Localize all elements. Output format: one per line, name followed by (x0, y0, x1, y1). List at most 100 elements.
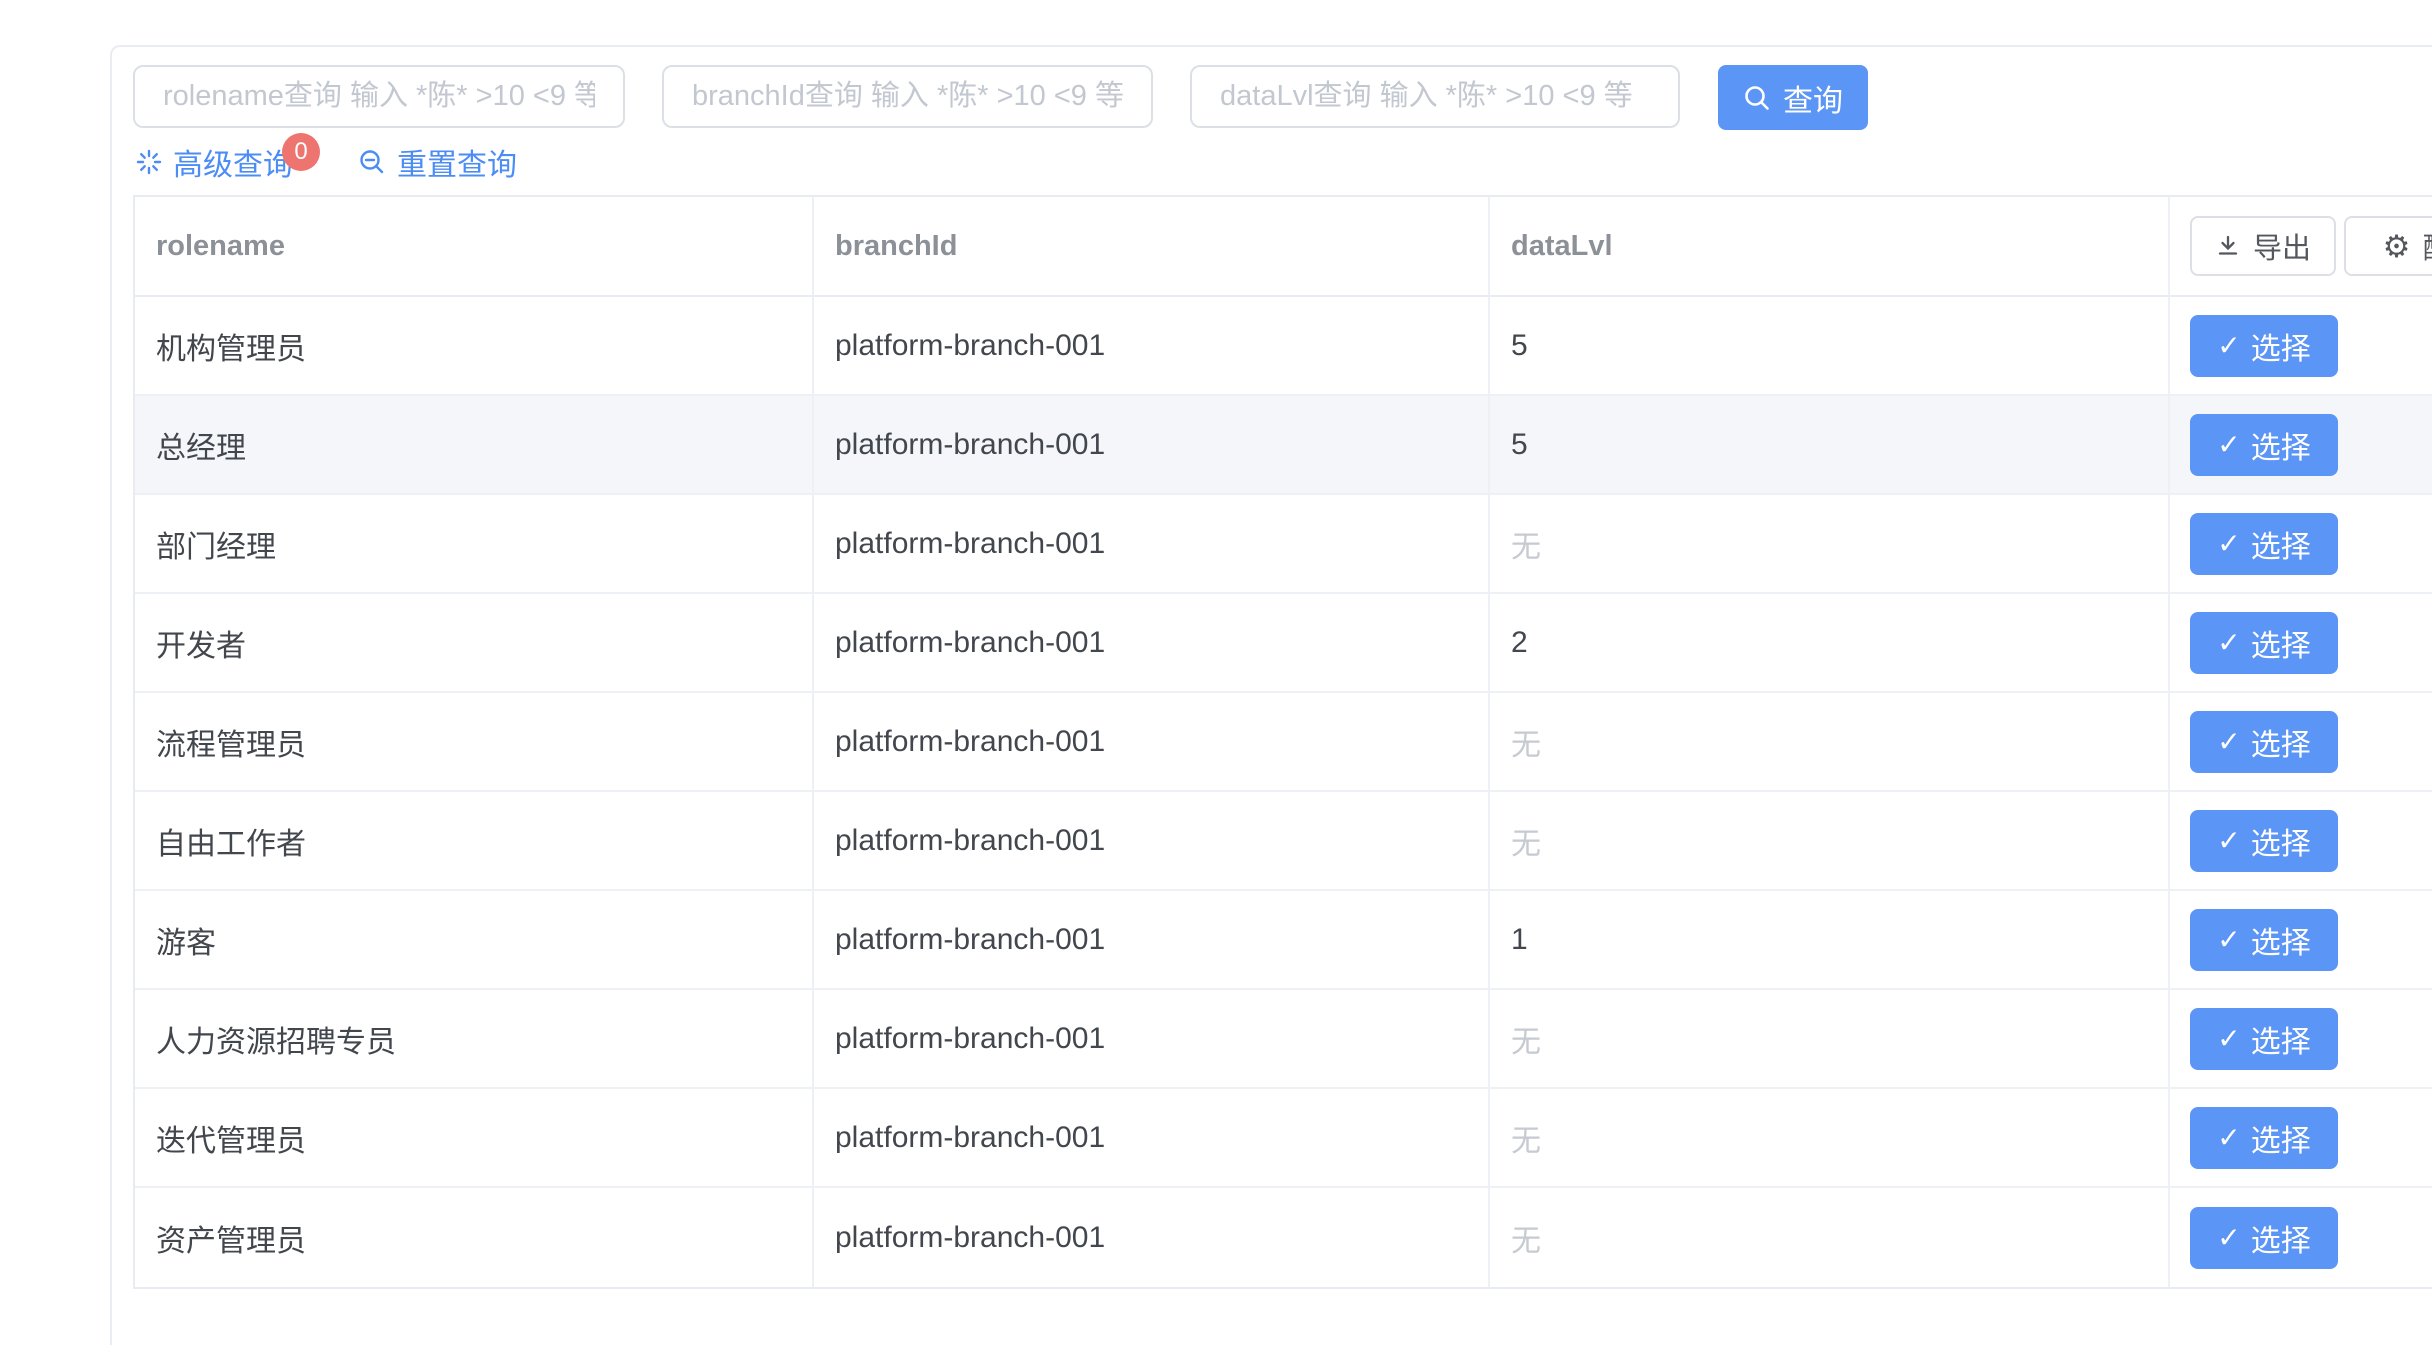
check-icon: ✓ (2217, 1124, 2240, 1152)
select-button-label: 选择 (2251, 423, 2311, 467)
select-button[interactable]: ✓ 选择 (2190, 612, 2338, 674)
check-icon: ✓ (2217, 431, 2240, 459)
select-button[interactable]: ✓ 选择 (2190, 315, 2338, 377)
cell-datalvl: 5 (1490, 396, 2170, 493)
check-icon: ✓ (2217, 728, 2240, 756)
cell-rolename: 资产管理员 (135, 1188, 814, 1287)
select-button[interactable]: ✓ 选择 (2190, 414, 2338, 476)
search-icon (1743, 84, 1771, 112)
config-button-label: 配置 (2422, 225, 2432, 267)
cell-rolename: 机构管理员 (135, 297, 814, 394)
cell-action: ✓ 选择 (2170, 693, 2432, 790)
select-button-label: 选择 (2251, 1216, 2311, 1260)
table-header-row: rolename branchId dataLvl 导出 ⚙ (135, 197, 2432, 297)
select-button[interactable]: ✓ 选择 (2190, 909, 2338, 971)
check-icon: ✓ (2217, 1025, 2240, 1053)
cell-branchid: platform-branch-001 (814, 1089, 1490, 1186)
reset-query-link[interactable]: 重置查询 (358, 144, 517, 180)
select-button-label: 选择 (2251, 324, 2311, 368)
cell-branchid: platform-branch-001 (814, 792, 1490, 889)
cell-action: ✓ 选择 (2170, 1089, 2432, 1186)
search-button-label: 查询 (1783, 76, 1843, 120)
select-button[interactable]: ✓ 选择 (2190, 810, 2338, 872)
cell-action: ✓ 选择 (2170, 792, 2432, 889)
cell-action: ✓ 选择 (2170, 297, 2432, 394)
table-row: 人力资源招聘专员 platform-branch-001 无 ✓ 选择 (135, 990, 2432, 1089)
check-icon: ✓ (2217, 530, 2240, 558)
zoom-out-icon (358, 148, 386, 176)
cell-action: ✓ 选择 (2170, 990, 2432, 1087)
cell-branchid: platform-branch-001 (814, 1188, 1490, 1287)
check-icon: ✓ (2217, 926, 2240, 954)
table-row: 资产管理员 platform-branch-001 无 ✓ 选择 (135, 1188, 2432, 1287)
cell-rolename: 自由工作者 (135, 792, 814, 889)
cell-rolename: 部门经理 (135, 495, 814, 592)
select-button-label: 选择 (2251, 522, 2311, 566)
cell-datalvl: 无 (1490, 1089, 2170, 1186)
burst-icon (136, 149, 162, 175)
cell-branchid: platform-branch-001 (814, 990, 1490, 1087)
cell-datalvl: 1 (1490, 891, 2170, 988)
cell-rolename: 人力资源招聘专员 (135, 990, 814, 1087)
cell-action: ✓ 选择 (2170, 891, 2432, 988)
cell-datalvl: 无 (1490, 792, 2170, 889)
table-toolbar: 导出 ⚙ 配置 (2170, 197, 2432, 295)
advanced-query-label: 高级查询 (173, 140, 293, 184)
cell-rolename: 游客 (135, 891, 814, 988)
select-button-label: 选择 (2251, 918, 2311, 962)
select-button-label: 选择 (2251, 621, 2311, 665)
select-button[interactable]: ✓ 选择 (2190, 513, 2338, 575)
cell-branchid: platform-branch-001 (814, 297, 1490, 394)
table-row: 开发者 platform-branch-001 2 ✓ 选择 (135, 594, 2432, 693)
search-button[interactable]: 查询 (1718, 65, 1868, 130)
table-body: 机构管理员 platform-branch-001 5 ✓ 选择 总经理 pla… (135, 297, 2432, 1287)
cell-datalvl: 无 (1490, 990, 2170, 1087)
table-row: 总经理 platform-branch-001 5 ✓ 选择 (135, 396, 2432, 495)
table-row: 机构管理员 platform-branch-001 5 ✓ 选择 (135, 297, 2432, 396)
check-icon: ✓ (2217, 332, 2240, 360)
gear-icon: ⚙ (2383, 231, 2411, 262)
roles-table: rolename branchId dataLvl 导出 ⚙ (133, 195, 2432, 1289)
column-header-datalvl: dataLvl (1490, 197, 2170, 295)
cell-rolename: 流程管理员 (135, 693, 814, 790)
table-row: 自由工作者 platform-branch-001 无 ✓ 选择 (135, 792, 2432, 891)
select-button[interactable]: ✓ 选择 (2190, 1207, 2338, 1269)
table-row: 迭代管理员 platform-branch-001 无 ✓ 选择 (135, 1089, 2432, 1188)
cell-rolename: 开发者 (135, 594, 814, 691)
select-button-label: 选择 (2251, 1116, 2311, 1160)
check-icon: ✓ (2217, 827, 2240, 855)
export-button[interactable]: 导出 (2190, 216, 2336, 276)
select-button[interactable]: ✓ 选择 (2190, 1008, 2338, 1070)
table-row: 流程管理员 platform-branch-001 无 ✓ 选择 (135, 693, 2432, 792)
table-row: 部门经理 platform-branch-001 无 ✓ 选择 (135, 495, 2432, 594)
select-button-label: 选择 (2251, 819, 2311, 863)
cell-action: ✓ 选择 (2170, 1188, 2432, 1287)
select-button-label: 选择 (2251, 720, 2311, 764)
download-icon (2215, 233, 2241, 259)
cell-rolename: 迭代管理员 (135, 1089, 814, 1186)
cell-action: ✓ 选择 (2170, 396, 2432, 493)
advanced-query-badge: 0 (282, 133, 320, 171)
rolename-filter-input[interactable] (133, 65, 625, 128)
cell-branchid: platform-branch-001 (814, 594, 1490, 691)
branchid-filter-input[interactable] (662, 65, 1153, 128)
cell-datalvl: 2 (1490, 594, 2170, 691)
select-button-label: 选择 (2251, 1017, 2311, 1061)
cell-branchid: platform-branch-001 (814, 693, 1490, 790)
config-button[interactable]: ⚙ 配置 (2344, 216, 2432, 276)
datalvl-filter-input[interactable] (1190, 65, 1680, 128)
cell-branchid: platform-branch-001 (814, 495, 1490, 592)
cell-branchid: platform-branch-001 (814, 891, 1490, 988)
cell-datalvl: 无 (1490, 495, 2170, 592)
cell-datalvl: 5 (1490, 297, 2170, 394)
cell-action: ✓ 选择 (2170, 594, 2432, 691)
reset-query-label: 重置查询 (397, 140, 517, 184)
select-button[interactable]: ✓ 选择 (2190, 1107, 2338, 1169)
export-button-label: 导出 (2253, 225, 2311, 267)
advanced-query-link[interactable]: 高级查询 (136, 144, 293, 180)
select-button[interactable]: ✓ 选择 (2190, 711, 2338, 773)
cell-branchid: platform-branch-001 (814, 396, 1490, 493)
table-row: 游客 platform-branch-001 1 ✓ 选择 (135, 891, 2432, 990)
cell-action: ✓ 选择 (2170, 495, 2432, 592)
cell-datalvl: 无 (1490, 1188, 2170, 1287)
